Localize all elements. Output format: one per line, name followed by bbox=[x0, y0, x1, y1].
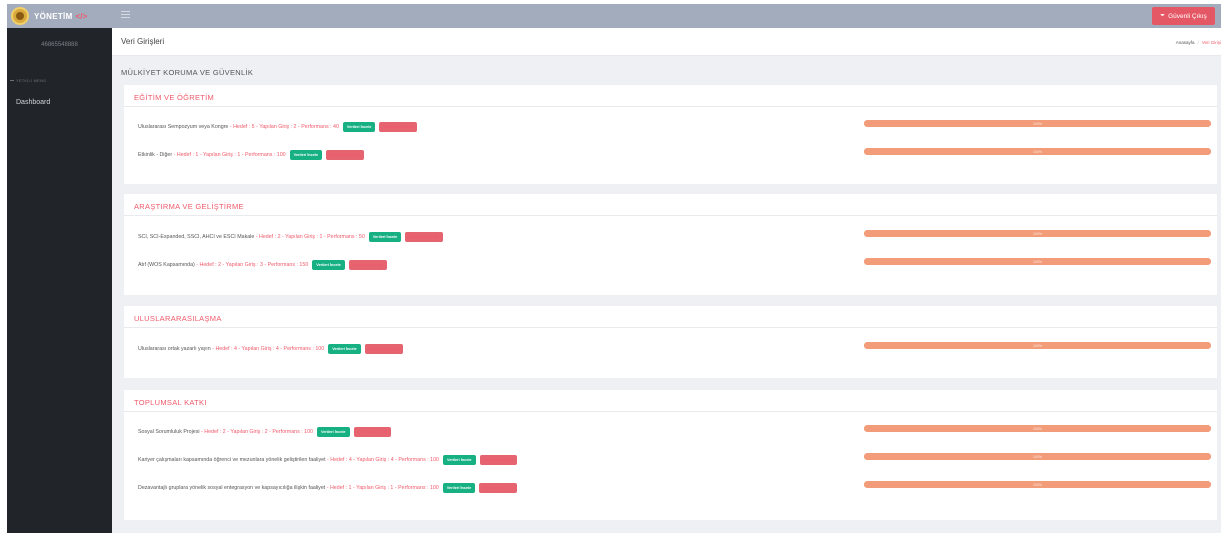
breadcrumb-separator: / bbox=[1197, 40, 1199, 45]
review-button[interactable]: Verileri İncele bbox=[368, 232, 402, 242]
list-item: SCI, SCI-Expanded, SSCI, AHCI ve ESCI Ma… bbox=[138, 230, 1217, 242]
category-card: ULUSLARARASILAŞMA Uluslararası ortak yaz… bbox=[124, 306, 1217, 378]
logo-icon bbox=[11, 7, 29, 25]
user-id: 46865548888 bbox=[41, 42, 78, 48]
progress-fill: 100% bbox=[864, 481, 1211, 488]
item-label: Dezavantajlı gruplara yönelik sosyal ent… bbox=[138, 485, 326, 491]
divider bbox=[124, 327, 1217, 328]
progress-bar: 100% bbox=[864, 342, 1211, 349]
list-item: Etkinlik - Diğer - Hedef : 1 - Yapılan G… bbox=[138, 148, 1217, 160]
filter-icon: ⏷ bbox=[1160, 12, 1166, 19]
card-title: ULUSLARARASILAŞMA bbox=[134, 314, 222, 323]
review-button[interactable]: Verileri İncele bbox=[289, 150, 323, 160]
item-stats: - Hedef : 4 - Yapılan Giriş : 4 - Perfor… bbox=[327, 457, 440, 463]
item-stats: - Hedef : 2 - Yapılan Giriş : 1 - Perfor… bbox=[255, 234, 365, 240]
performance-button[interactable]: Performansı Gör bbox=[364, 344, 403, 354]
list-item: Sosyal Sorumluluk Projesi - Hedef : 2 - … bbox=[138, 425, 1217, 437]
performance-button[interactable]: Performansı Gör bbox=[348, 260, 387, 270]
performance-button[interactable]: Performansı Gör bbox=[379, 122, 418, 132]
breadcrumb-home[interactable]: Anasayfa bbox=[1176, 40, 1195, 45]
item-stats: - Hedef : 1 - Yapılan Giriş : 1 - Perfor… bbox=[326, 485, 439, 491]
divider bbox=[124, 215, 1217, 216]
list-item: Uluslararası ortak yazarlı yayın - Hedef… bbox=[138, 342, 1217, 354]
review-button[interactable]: Verileri İncele bbox=[317, 427, 350, 437]
item-stats: - Hedef : 5 - Yapılan Giriş : 2 - Perfor… bbox=[229, 124, 339, 130]
progress-bar: 100% bbox=[864, 148, 1211, 155]
item-stats: - Hedef : 2 - Yapılan Giriş : 2 - Perfor… bbox=[201, 429, 313, 435]
performance-button[interactable]: Performansı Gör bbox=[405, 232, 444, 242]
category-card: EĞİTİM VE ÖĞRETİM Uluslararası Sempozyum… bbox=[124, 85, 1217, 184]
progress-fill: 100% bbox=[864, 230, 1211, 237]
list-item: Uluslararası Sempozyum veya Kongre - Hed… bbox=[138, 120, 1217, 132]
list-item: Atıf (WOS Kapsamında) - Hedef : 2 - Yapı… bbox=[138, 258, 1217, 270]
item-label: Uluslararası ortak yazarlı yayın bbox=[138, 346, 211, 352]
progress-bar: 100% bbox=[864, 230, 1211, 237]
card-title: ARAŞTIRMA VE GELİŞTİRME bbox=[134, 202, 244, 211]
performance-button[interactable]: Performansı Gör bbox=[353, 427, 392, 437]
page-header: Veri Girişleri Anasayfa / Veri Girişi bbox=[112, 28, 1221, 56]
card-title: EĞİTİM VE ÖĞRETİM bbox=[134, 93, 215, 102]
progress-bar: 100% bbox=[864, 258, 1211, 265]
page-title: Veri Girişleri bbox=[121, 37, 165, 46]
item-stats: - Hedef : 4 - Yapılan Giriş : 4 - Perfor… bbox=[212, 346, 325, 352]
review-button[interactable]: Verileri İncele bbox=[312, 260, 345, 270]
divider bbox=[124, 411, 1217, 412]
progress-bar: 100% bbox=[864, 120, 1211, 127]
progress-fill: 100% bbox=[864, 120, 1211, 127]
progress-bar: 100% bbox=[864, 425, 1211, 432]
app: YÖNETİM </> 46865548888 YETKİLİ MENÜ Das… bbox=[0, 0, 1221, 533]
category-card: ARAŞTIRMA VE GELİŞTİRME SCI, SCI-Expande… bbox=[124, 194, 1217, 295]
list-item: Kariyer çalışmaları kapsamında öğrenci v… bbox=[138, 453, 1217, 465]
progress-bar: 100% bbox=[864, 481, 1211, 488]
menu-toggle-icon[interactable] bbox=[121, 11, 130, 18]
topbar: ⏷ Güvenli Çıkış bbox=[112, 4, 1221, 28]
review-button[interactable]: Verileri İncele bbox=[342, 122, 376, 132]
review-button[interactable]: Verileri İncele bbox=[328, 344, 361, 354]
item-label: Atıf (WOS Kapsamında) bbox=[138, 262, 195, 268]
review-button[interactable]: Verileri İncele bbox=[442, 483, 476, 493]
progress-fill: 100% bbox=[864, 342, 1211, 349]
progress-fill: 100% bbox=[864, 453, 1211, 460]
progress-bar: 100% bbox=[864, 453, 1211, 460]
performance-button[interactable]: Performansı Gör bbox=[479, 455, 518, 465]
section-title: MÜLKİYET KORUMA VE GÜVENLİK bbox=[121, 68, 254, 77]
brand-title: YÖNETİM bbox=[34, 11, 73, 21]
brand[interactable]: YÖNETİM </> bbox=[7, 4, 112, 28]
category-card: TOPLUMSAL KATKI Sosyal Sorumluluk Projes… bbox=[124, 390, 1217, 520]
item-stats: - Hedef : 2 - Yapılan Giriş : 3 - Perfor… bbox=[196, 262, 309, 268]
logout-button[interactable]: ⏷ Güvenli Çıkış bbox=[1152, 7, 1215, 25]
progress-fill: 100% bbox=[864, 258, 1211, 265]
item-stats: - Hedef : 1 - Yapılan Giriş : 1 - Perfor… bbox=[173, 152, 286, 158]
breadcrumb: Anasayfa / Veri Girişi bbox=[1176, 40, 1221, 45]
item-label: Sosyal Sorumluluk Projesi bbox=[138, 429, 200, 435]
progress-fill: 100% bbox=[864, 148, 1211, 155]
item-label: Kariyer çalışmaları kapsamında öğrenci v… bbox=[138, 457, 326, 463]
item-label: Etkinlik - Diğer bbox=[138, 152, 173, 158]
review-button[interactable]: Verileri İncele bbox=[443, 455, 476, 465]
main-content: MÜLKİYET KORUMA VE GÜVENLİK EĞİTİM VE ÖĞ… bbox=[112, 56, 1221, 533]
list-item: Dezavantajlı gruplara yönelik sosyal ent… bbox=[138, 481, 1217, 493]
progress-fill: 100% bbox=[864, 425, 1211, 432]
breadcrumb-current: Veri Girişi bbox=[1201, 40, 1221, 45]
logout-label: Güvenli Çıkış bbox=[1168, 12, 1207, 20]
sidebar-item-dashboard[interactable]: Dashboard bbox=[7, 99, 112, 106]
card-title: TOPLUMSAL KATKI bbox=[134, 398, 207, 407]
performance-button[interactable]: Performansı Gör bbox=[479, 483, 518, 493]
performance-button[interactable]: Performansı Gör bbox=[326, 150, 365, 160]
divider bbox=[124, 106, 1217, 107]
sidebar: YÖNETİM </> 46865548888 YETKİLİ MENÜ Das… bbox=[7, 4, 112, 533]
menu-header: YETKİLİ MENÜ bbox=[7, 78, 112, 83]
item-label: Uluslararası Sempozyum veya Kongre bbox=[138, 124, 229, 130]
code-icon: </> bbox=[75, 11, 88, 21]
item-label: SCI, SCI-Expanded, SSCI, AHCI ve ESCI Ma… bbox=[138, 234, 255, 240]
